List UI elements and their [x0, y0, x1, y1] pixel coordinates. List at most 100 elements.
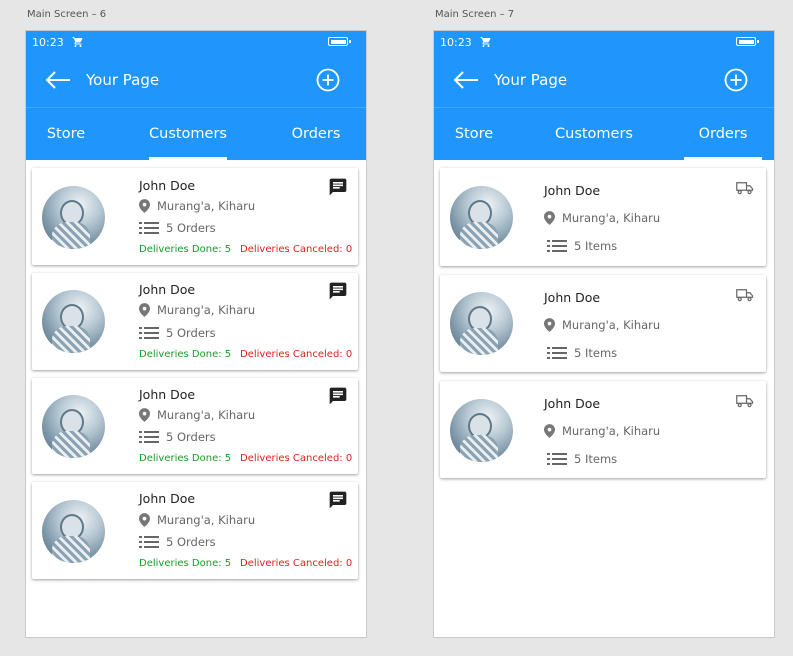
- location-line: Murang'a, Kiharu: [544, 211, 660, 225]
- location-text: Murang'a, Kiharu: [157, 303, 256, 317]
- location-pin-icon: [544, 424, 555, 438]
- tab-bar: Store Customers Orders: [434, 108, 774, 160]
- chat-icon[interactable]: [328, 490, 348, 510]
- customer-name: John Doe: [139, 387, 196, 402]
- customer-name: John Doe: [139, 491, 196, 506]
- location-pin-icon: [139, 303, 150, 317]
- location-pin-icon: [544, 318, 555, 332]
- deliveries-canceled: Deliveries Canceled: 0: [240, 453, 353, 464]
- location-text: Murang'a, Kiharu: [157, 408, 256, 422]
- deliveries-done: Deliveries Done: 5: [139, 558, 232, 569]
- list-icon: [139, 536, 159, 548]
- tab-orders[interactable]: Orders: [284, 108, 348, 160]
- list-icon: [139, 327, 159, 339]
- location-line: Murang'a, Kiharu: [139, 513, 255, 527]
- truck-icon[interactable]: [736, 394, 754, 408]
- chat-icon[interactable]: [328, 281, 348, 301]
- avatar: [450, 292, 513, 355]
- status-time: 10:23: [32, 35, 64, 49]
- deliveries-canceled: Deliveries Canceled: 0: [240, 349, 353, 360]
- avatar: [450, 399, 513, 462]
- tab-label: Store: [454, 126, 494, 142]
- tab-label: Orders: [291, 126, 341, 142]
- deliveries-done: Deliveries Done: 5: [139, 244, 232, 255]
- tab-label: Store: [46, 126, 86, 142]
- truck-icon[interactable]: [736, 181, 754, 195]
- artboard-label: Main Screen – 7: [435, 9, 515, 20]
- customer-name: John Doe: [139, 178, 196, 193]
- phone-screen-customers: 10:23 Your Page Store Customers Orders J…: [25, 30, 367, 638]
- order-card[interactable]: John Doe Murang'a, Kiharu 5 Items: [440, 381, 766, 478]
- location-pin-icon: [544, 211, 555, 225]
- artboard-label: Main Screen – 6: [27, 9, 107, 20]
- customer-card[interactable]: John Doe Murang'a, Kiharu 5 Orders Deliv…: [32, 168, 358, 265]
- order-card[interactable]: John Doe Murang'a, Kiharu 5 Items: [440, 275, 766, 372]
- tab-customers[interactable]: Customers: [149, 108, 227, 160]
- avatar: [42, 395, 105, 458]
- deliveries-canceled: Deliveries Canceled: 0: [240, 558, 353, 569]
- orders-count: 5 Orders: [166, 430, 216, 444]
- deliveries-done: Deliveries Done: 5: [139, 453, 232, 464]
- customer-card[interactable]: John Doe Murang'a, Kiharu 5 Orders Deliv…: [32, 273, 358, 370]
- orders-count: 5 Orders: [166, 326, 216, 340]
- list-icon: [139, 222, 159, 234]
- tab-indicator: [149, 157, 227, 160]
- location-line: Murang'a, Kiharu: [544, 318, 660, 332]
- battery-icon: [328, 37, 351, 46]
- list-icon: [139, 431, 159, 443]
- customer-name: John Doe: [544, 183, 601, 198]
- orders-line: 5 Orders: [139, 326, 216, 340]
- tab-bar: Store Customers Orders: [26, 108, 366, 160]
- tab-label: Customers: [555, 126, 633, 142]
- back-arrow-icon[interactable]: [452, 69, 480, 91]
- items-line: 5 Items: [547, 452, 617, 466]
- location-text: Murang'a, Kiharu: [157, 199, 256, 213]
- chat-icon[interactable]: [328, 386, 348, 406]
- location-line: Murang'a, Kiharu: [139, 408, 255, 422]
- location-pin-icon: [139, 513, 150, 527]
- customer-card[interactable]: John Doe Murang'a, Kiharu 5 Orders Deliv…: [32, 482, 358, 579]
- location-text: Murang'a, Kiharu: [562, 424, 661, 438]
- deliveries-done: Deliveries Done: 5: [139, 349, 232, 360]
- avatar: [450, 186, 513, 249]
- tab-orders[interactable]: Orders: [684, 108, 762, 160]
- status-bar: 10:23: [434, 31, 774, 53]
- page-title: Your Page: [494, 71, 568, 89]
- items-count: 5 Items: [574, 239, 618, 253]
- customer-name: John Doe: [139, 282, 196, 297]
- location-text: Murang'a, Kiharu: [562, 318, 661, 332]
- deliveries-canceled: Deliveries Canceled: 0: [240, 244, 353, 255]
- chat-icon[interactable]: [328, 177, 348, 197]
- avatar: [42, 186, 105, 249]
- orders-count: 5 Orders: [166, 221, 216, 235]
- status-bar: 10:23: [26, 31, 366, 53]
- back-arrow-icon[interactable]: [44, 69, 72, 91]
- tab-store[interactable]: Store: [36, 108, 96, 160]
- battery-icon: [736, 37, 759, 46]
- tab-indicator: [684, 157, 762, 160]
- location-text: Murang'a, Kiharu: [157, 513, 256, 527]
- location-text: Murang'a, Kiharu: [562, 211, 661, 225]
- add-circle-icon[interactable]: [316, 68, 340, 92]
- app-bar: Your Page: [434, 53, 774, 108]
- location-line: Murang'a, Kiharu: [139, 199, 255, 213]
- page-title: Your Page: [86, 71, 160, 89]
- items-line: 5 Items: [547, 346, 617, 360]
- items-count: 5 Items: [574, 346, 618, 360]
- add-circle-icon[interactable]: [724, 68, 748, 92]
- customer-card[interactable]: John Doe Murang'a, Kiharu 5 Orders Deliv…: [32, 378, 358, 474]
- location-line: Murang'a, Kiharu: [139, 303, 255, 317]
- list-icon: [547, 240, 567, 252]
- customer-name: John Doe: [544, 290, 601, 305]
- tab-label: Customers: [149, 126, 227, 142]
- items-count: 5 Items: [574, 452, 618, 466]
- location-pin-icon: [139, 408, 150, 422]
- orders-line: 5 Orders: [139, 535, 216, 549]
- order-card[interactable]: John Doe Murang'a, Kiharu 5 Items: [440, 168, 766, 266]
- avatar: [42, 290, 105, 353]
- truck-icon[interactable]: [736, 288, 754, 302]
- tab-customers[interactable]: Customers: [554, 108, 634, 160]
- location-line: Murang'a, Kiharu: [544, 424, 660, 438]
- tab-store[interactable]: Store: [444, 108, 504, 160]
- avatar: [42, 500, 105, 563]
